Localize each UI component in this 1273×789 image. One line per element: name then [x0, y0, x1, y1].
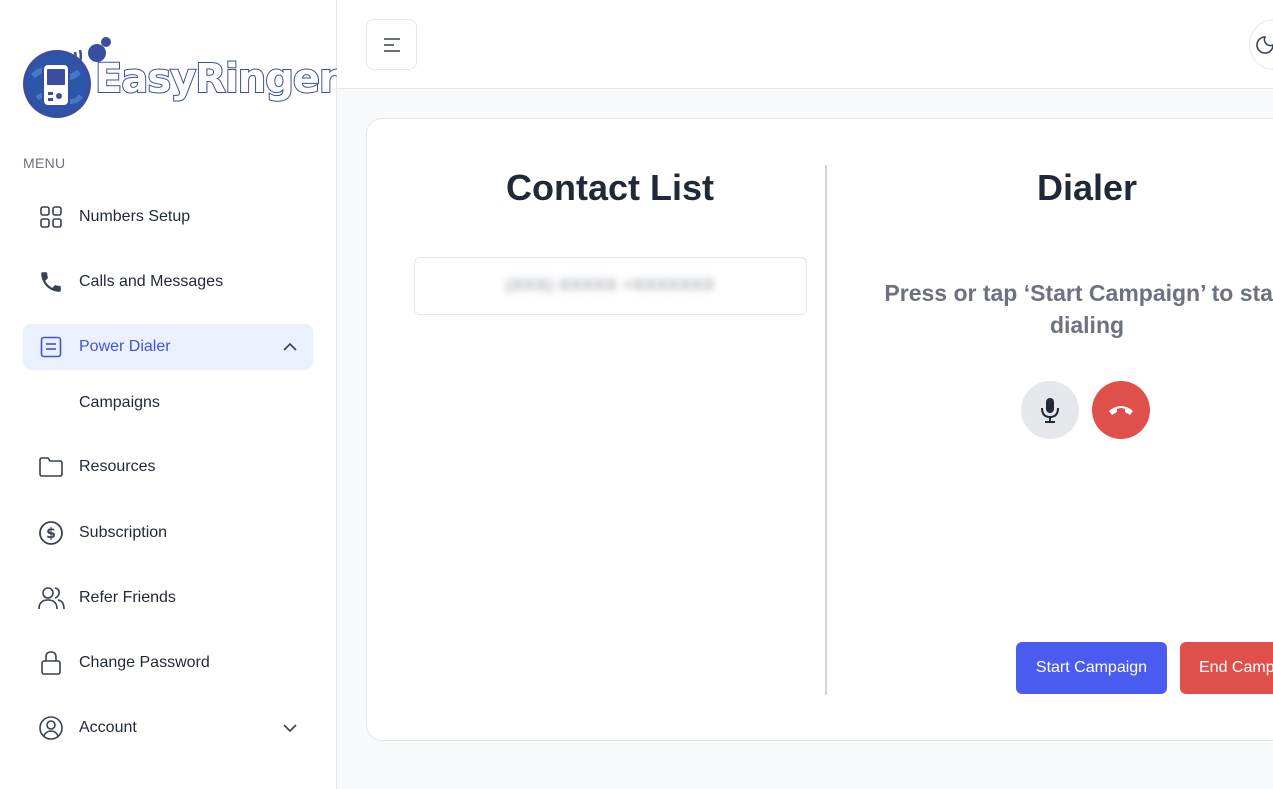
phone-hangup-icon [1109, 406, 1133, 415]
sidebar-item-label: Resources [79, 458, 156, 475]
section-divider [825, 165, 827, 695]
sidebar-item-subscription[interactable]: $ Subscription [23, 510, 313, 556]
menu-heading: MENU [23, 155, 66, 171]
top-header [337, 0, 1273, 89]
hang-up-button[interactable] [1092, 381, 1150, 439]
sidebar-item-account[interactable]: Account [23, 705, 313, 751]
dialer-instructions: Press or tap ‘Start Campaign’ to start d… [884, 280, 1273, 338]
sidebar-item-label: Change Password [79, 654, 210, 671]
chevron-up-icon[interactable] [281, 338, 299, 356]
sidebar-item-refer-friends[interactable]: Refer Friends [23, 575, 313, 621]
end-campaign-button[interactable]: End Campaign [1180, 642, 1273, 694]
sidebar-item-numbers-setup[interactable]: Numbers Setup [23, 194, 313, 240]
svg-text:$: $ [46, 526, 56, 542]
menu-icon [383, 37, 400, 52]
dialer-title: Dialer [1036, 167, 1138, 208]
mute-button[interactable] [1021, 381, 1079, 439]
theme-toggle-icon [1255, 35, 1273, 54]
dollar-icon: $ [37, 519, 65, 547]
sidebar-item-power-dialer[interactable]: Power Dialer [23, 324, 313, 370]
header-action-button[interactable] [1249, 19, 1273, 70]
contact-list-item[interactable]: (XXX) XXXXX +XXXXXXX [414, 257, 807, 315]
contact-entry-text: (XXX) XXXXX +XXXXXXX [506, 277, 715, 294]
phone-icon [37, 268, 65, 296]
dialer-card: Contact List (XXX) XXXXX +XXXXXXX Dialer… [366, 118, 1273, 741]
sidebar-item-label: Power Dialer [79, 338, 171, 355]
document-icon [37, 333, 65, 361]
chevron-down-icon[interactable] [281, 719, 299, 737]
sidebar-item-label: Numbers Setup [79, 208, 191, 225]
sidebar: EasyRinger MENU Numbers Setup Calls and … [0, 0, 340, 789]
menu-toggle-button[interactable] [366, 19, 417, 70]
sidebar-item-calls-and-messages[interactable]: Calls and Messages [23, 259, 313, 305]
sidebar-item-change-password[interactable]: Change Password [23, 640, 313, 686]
grid-icon [37, 203, 65, 231]
sidebar-item-label: Calls and Messages [79, 273, 224, 290]
brand-name: EasyRinger [94, 55, 340, 103]
contact-list-title: Contact List [505, 167, 714, 208]
lock-icon [37, 649, 65, 677]
microphone-icon [1041, 398, 1059, 423]
user-circle-icon [37, 714, 65, 742]
sidebar-item-label: Refer Friends [79, 589, 176, 606]
users-icon [37, 584, 65, 612]
easyringer-logo[interactable]: EasyRinger [23, 36, 340, 120]
sidebar-subitem-campaigns[interactable]: Campaigns [79, 394, 160, 412]
folder-icon [37, 453, 65, 481]
sidebar-item-label: Subscription [79, 524, 168, 541]
start-campaign-button[interactable]: Start Campaign [1016, 642, 1167, 694]
sidebar-item-resources[interactable]: Resources [23, 444, 313, 490]
sidebar-item-label: Account [79, 719, 137, 736]
